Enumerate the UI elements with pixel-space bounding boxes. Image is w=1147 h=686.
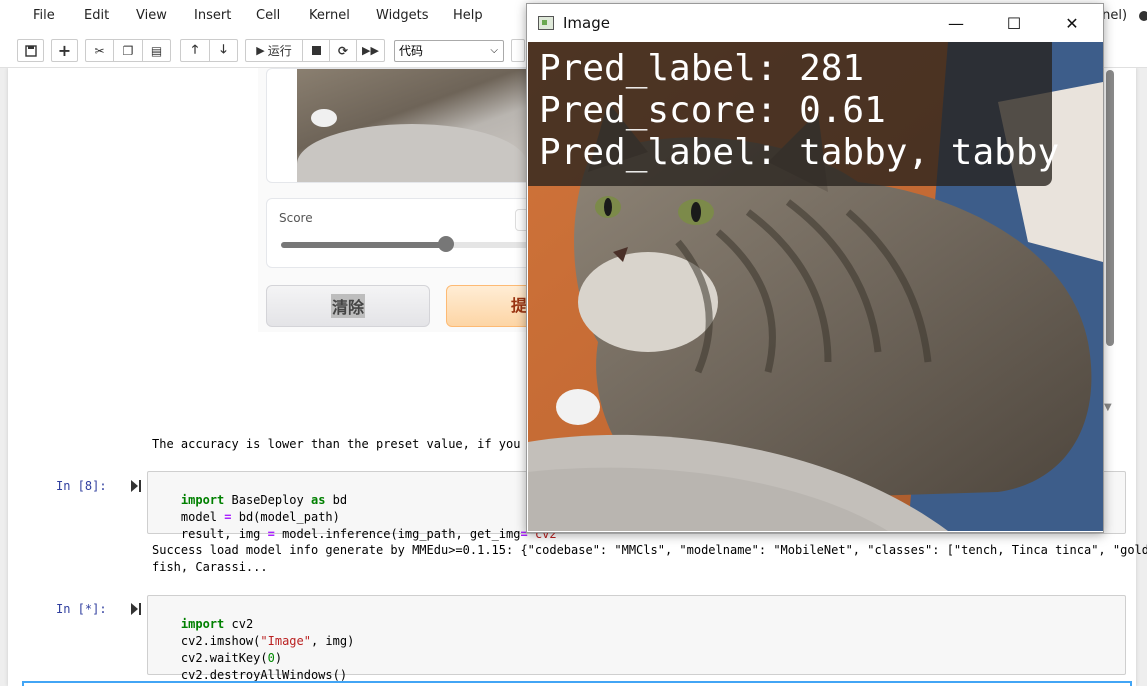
score-slider-track[interactable] [281,242,551,248]
run-cell-icon[interactable] [131,480,141,492]
save-icon [24,44,37,57]
run-button[interactable]: ▶ 运行 [245,39,303,62]
run-all-button[interactable]: ▶▶ [356,39,385,62]
thumbnail-paw [311,109,337,127]
menu-cell[interactable]: Cell [256,8,280,23]
save-button[interactable] [17,39,44,62]
code-token: model.inference(img_path, get_img [274,527,521,541]
pred-class-line: Pred_label: tabby, tabby [539,132,1060,173]
code-token: , img) [310,634,355,648]
restart-icon: ⟳ [337,43,349,58]
menu-file[interactable]: File [33,8,55,23]
close-button[interactable]: ✕ [1043,4,1101,42]
insert-cell-button[interactable]: + [51,39,78,62]
minimize-icon: — [948,13,964,33]
maximize-icon: ☐ [1006,13,1022,33]
move-up-button[interactable]: 🡑 [180,39,210,62]
cell-prompt: In [8]: [56,479,107,493]
copy-icon: ❐ [122,43,134,58]
gradio-input-image[interactable] [266,68,546,183]
interrupt-button[interactable] [302,39,330,62]
pred-label-line: Pred_label: 281 [539,48,865,89]
menu-insert[interactable]: Insert [194,8,231,23]
cell-type-select[interactable]: 代码 ⌵ [394,40,504,62]
menu-help[interactable]: Help [453,8,483,23]
scroll-down-icon[interactable]: ▼ [1104,402,1112,413]
keyboard-button[interactable] [511,39,525,62]
edit-group: ✂ ❐ ▤ [85,39,171,62]
fast-forward-icon: ▶▶ [362,44,379,57]
copy-button[interactable]: ❐ [113,39,143,62]
pred-score-line: Pred_score: 0.61 [539,90,886,131]
code-token: = [267,527,275,541]
paste-button[interactable]: ▤ [142,39,171,62]
menu-view[interactable]: View [136,8,167,23]
notebook-scrollbar[interactable] [1106,70,1114,346]
plus-icon: + [57,41,72,60]
thumbnail-sofa [297,124,527,182]
chevron-down-icon: ⌵ [490,45,498,56]
restart-button[interactable]: ⟳ [329,39,357,62]
run-cell-icon[interactable] [131,603,141,615]
code-token: result, img [180,527,268,541]
run-label: 运行 [267,44,292,58]
cell-1-output: Success load model info generate by MMEd… [152,543,1147,574]
stop-icon [311,46,321,55]
play-icon: ▶ [256,44,265,57]
cell-type-value: 代码 [399,44,424,58]
close-icon: ✕ [1065,13,1079,33]
code-cell-2[interactable]: import cv2 cv2.imshow("Image", img) cv2.… [147,595,1126,682]
clear-label: 清除 [330,294,365,318]
menu-edit[interactable]: Edit [84,8,109,23]
move-down-button[interactable]: 🡓 [209,39,238,62]
next-cell-edge[interactable] [22,681,1132,686]
maximize-button[interactable]: ☐ [985,4,1043,42]
cat-thumbnail [297,69,545,182]
accuracy-note: The accuracy is lower than the preset va… [152,437,543,451]
menu-kernel[interactable]: Kernel [309,8,350,23]
cell-prompt: In [*]: [56,602,107,616]
paste-icon: ▤ [150,43,163,58]
move-group: 🡑 🡓 [180,39,238,62]
cat-photo: Pred_label: 281 Pred_score: 0.61 Pred_la… [528,42,1103,531]
minimize-button[interactable]: — [927,4,985,42]
score-slider-block: Score [266,198,555,268]
scissors-icon: ✂ [94,43,105,58]
submit-label: 提 [511,296,528,315]
cut-button[interactable]: ✂ [85,39,114,62]
window-titlebar[interactable]: Image — ☐ ✕ [527,4,1103,42]
score-slider-fill [281,242,446,248]
score-label: Score [279,211,313,225]
window-title: Image [563,14,610,32]
arrow-up-icon: 🡑 [191,42,199,56]
clear-button[interactable]: 清除 [266,285,430,327]
opencv-image-window[interactable]: Image — ☐ ✕ Pred_label: 281 Pred_score: … [526,3,1104,533]
run-group: ▶ 运行 ⟳ ▶▶ [245,39,385,62]
image-window-icon [538,16,554,30]
kernel-status-icon [1139,11,1147,21]
score-slider-thumb[interactable] [437,236,454,252]
arrow-down-icon: 🡓 [220,42,227,56]
code-token: cv2.destroyAllWindows() [180,668,348,682]
menu-widgets[interactable]: Widgets [376,8,429,23]
